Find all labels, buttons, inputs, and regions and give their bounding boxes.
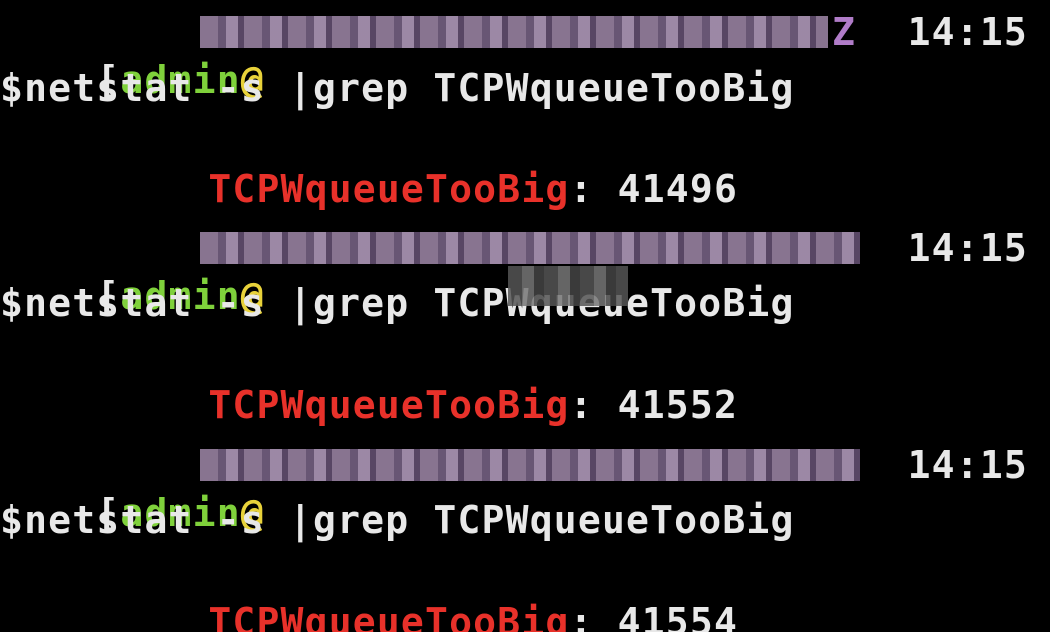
result-value: 41554 (617, 600, 739, 632)
redacted-hostname (200, 449, 860, 481)
result-key: TCPWqueueTooBig (208, 383, 570, 427)
prompt-time: 14:15 (907, 10, 1028, 54)
result-line: TCPWqueueTooBig: 41554 (112, 550, 738, 632)
result-separator: : (569, 383, 594, 427)
result-key: TCPWqueueTooBig (208, 600, 570, 632)
redacted-hostname (200, 232, 860, 264)
result-value: 41496 (617, 167, 739, 211)
redacted-hostname (200, 16, 828, 48)
redaction-overlay (508, 266, 628, 306)
prompt-host-tail: Z (832, 10, 857, 54)
prompt-time: 14:15 (907, 443, 1028, 487)
prompt-time: 14:15 (907, 226, 1028, 270)
command-line: $netstat -s |grep TCPWqueueTooBig (0, 498, 795, 542)
command-line: $netstat -s |grep TCPWqueueTooBig (0, 281, 795, 325)
result-value: 41552 (617, 383, 739, 427)
command-line: $netstat -s |grep TCPWqueueTooBig (0, 66, 795, 110)
result-line: TCPWqueueTooBig: 41496 (112, 117, 738, 211)
result-separator: : (569, 167, 594, 211)
result-line: TCPWqueueTooBig: 41552 (112, 333, 738, 427)
result-key: TCPWqueueTooBig (208, 167, 570, 211)
terminal-window[interactable]: [admin@ Z 14:15 $netstat -s |grep TCPWqu… (0, 0, 1050, 632)
result-separator: : (569, 600, 594, 632)
